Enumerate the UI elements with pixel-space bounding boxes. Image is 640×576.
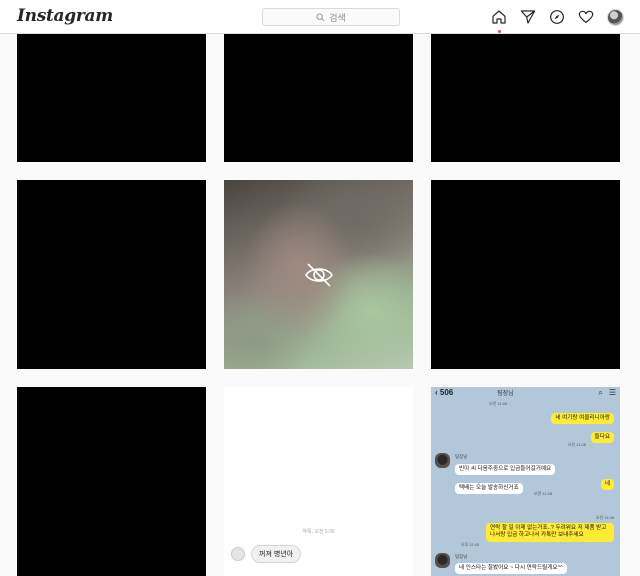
chat-header: ‹ 506 팀장님 ⌕ ☰ bbox=[431, 387, 620, 398]
chat-bubble-right: 연락 할 일 이제 없는거죠..? 두려워요 저 제품 받고 나서랑 입금 하고… bbox=[486, 523, 614, 542]
active-indicator bbox=[497, 30, 501, 33]
avatar bbox=[435, 553, 450, 568]
post-thumbnail[interactable] bbox=[431, 34, 620, 162]
message-time: 오전 11:28 bbox=[534, 491, 553, 496]
chat-bubble-right: 들다요 bbox=[590, 432, 614, 444]
sender-name: 팀장님 bbox=[455, 454, 468, 459]
chat-title: 팀장님 bbox=[497, 391, 514, 397]
post-thumbnail[interactable] bbox=[17, 387, 206, 576]
explore-icon bbox=[550, 10, 564, 24]
message-time: 오후 11:40 bbox=[461, 542, 480, 547]
nav-direct[interactable] bbox=[519, 8, 537, 26]
chat-bubble-left: 빈아 씨 다음주중으로 입금들어갈거예요 bbox=[455, 464, 556, 476]
post-thumbnail-chat[interactable]: 약목, 오전 5:06 꺼져 병년아 bbox=[224, 387, 413, 576]
chat-bubble-right: 네 bbox=[600, 479, 614, 491]
message-time: 오전 11:00 bbox=[489, 401, 508, 406]
post-thumbnail[interactable] bbox=[224, 34, 413, 162]
avatar bbox=[231, 547, 245, 561]
chat-timestamp: 약목, 오전 5:06 bbox=[302, 529, 335, 535]
search-placeholder: 검색 bbox=[329, 12, 346, 23]
direct-message-icon bbox=[520, 10, 536, 24]
back-count: ‹ 506 bbox=[435, 388, 454, 397]
nav-activity[interactable] bbox=[577, 8, 595, 26]
message-time: 오전 11:28 bbox=[595, 515, 614, 520]
chat-bubble-left: 택배는 오늘 발송하신거죠 bbox=[455, 483, 523, 495]
chat-bubble: 꺼져 병년아 bbox=[251, 545, 302, 563]
chat-bubble-left: 네 인스타는 잘봤어요 ~ 다시 연락드릴게요^^ bbox=[455, 563, 567, 575]
avatar bbox=[435, 453, 450, 468]
post-thumbnail[interactable] bbox=[431, 180, 620, 369]
nav-home[interactable] bbox=[490, 8, 508, 33]
menu-icon: ☰ bbox=[608, 387, 616, 397]
search-input[interactable]: 검색 bbox=[262, 8, 400, 26]
post-thumbnail-kakao-chat[interactable]: ‹ 506 팀장님 ⌕ ☰ 오전 11:00 네 여기랑 여클리니아랑 들다요 … bbox=[431, 387, 620, 576]
sensitive-post-thumbnail[interactable] bbox=[224, 180, 413, 369]
search-icon: ⌕ bbox=[598, 387, 603, 397]
post-thumbnail[interactable] bbox=[17, 180, 206, 369]
activity-heart-icon bbox=[578, 10, 594, 23]
search-icon bbox=[316, 12, 325, 21]
home-icon bbox=[492, 10, 506, 24]
profile-avatar bbox=[606, 8, 624, 26]
message-time: 오전 11:08 bbox=[567, 442, 586, 447]
chat-bubble-right: 네 여기랑 여클리니아랑 bbox=[551, 413, 614, 425]
instagram-logo[interactable]: Instagram bbox=[17, 6, 113, 26]
nav-icons bbox=[490, 8, 624, 33]
chat-message-row: 꺼져 병년아 bbox=[231, 545, 302, 563]
nav-profile[interactable] bbox=[606, 8, 624, 26]
post-thumbnail[interactable] bbox=[17, 34, 206, 162]
nav-explore[interactable] bbox=[548, 8, 566, 26]
sender-name: 팀장님 bbox=[455, 554, 468, 559]
top-navigation-bar: Instagram 검색 bbox=[0, 0, 640, 34]
eye-slash-icon bbox=[304, 262, 333, 287]
